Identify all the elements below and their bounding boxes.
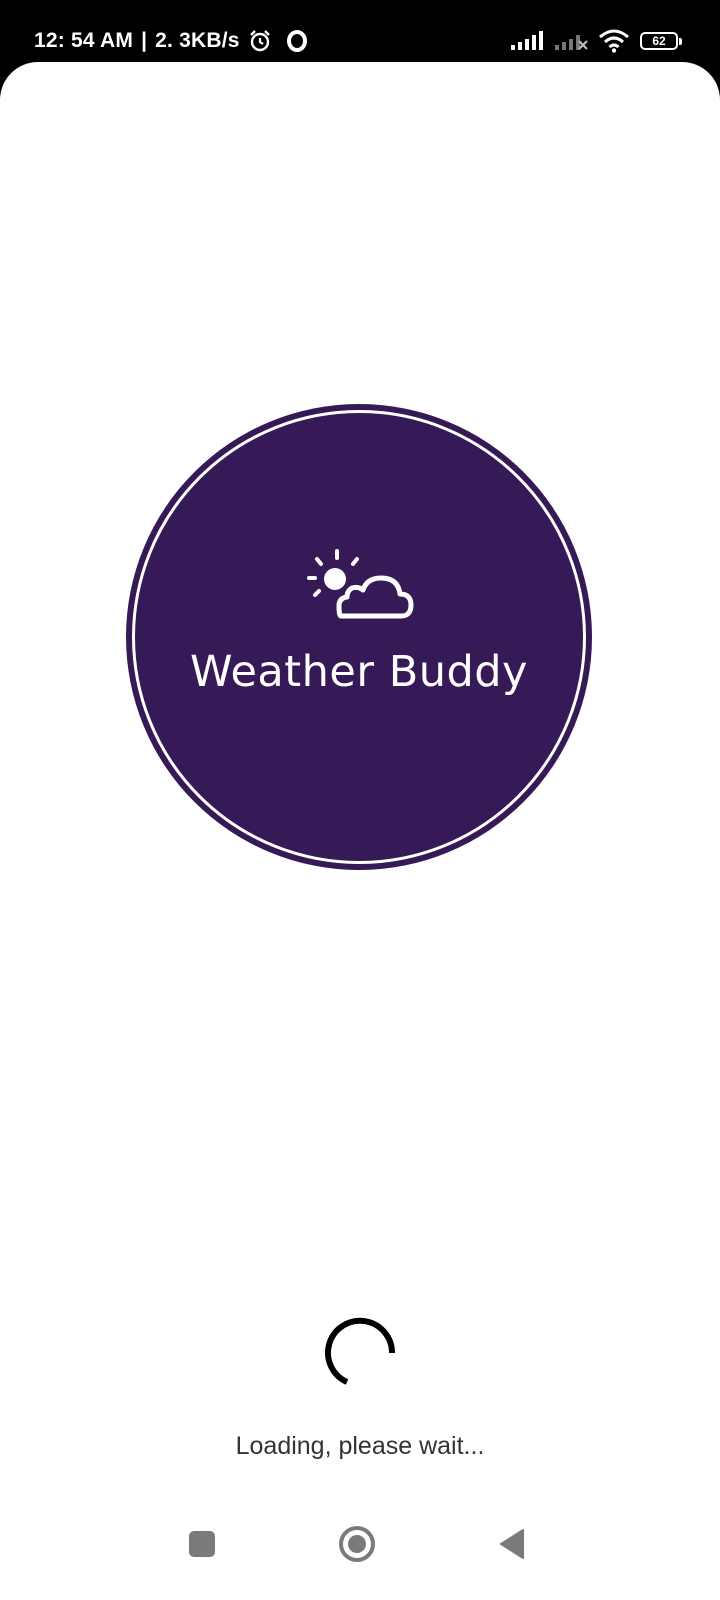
battery-icon: 62 bbox=[640, 32, 682, 50]
battery-level: 62 bbox=[652, 34, 666, 48]
app-title: Weather Buddy bbox=[189, 647, 528, 697]
screen: 12: 54 AM | 2. 3KB/s 62 Weather Buddy Lo… bbox=[0, 0, 720, 1600]
home-button[interactable] bbox=[327, 1514, 387, 1574]
status-separator: | bbox=[141, 29, 148, 52]
status-time: 12: 54 AM bbox=[34, 29, 134, 52]
signal-no-service-icon bbox=[554, 30, 588, 52]
navigation-bar bbox=[0, 1514, 720, 1600]
wifi-icon bbox=[598, 29, 630, 53]
loading-message: Loading, please wait... bbox=[235, 1432, 485, 1460]
signal-icon bbox=[510, 30, 544, 52]
app-logo: Weather Buddy bbox=[126, 404, 592, 870]
back-triangle-icon bbox=[500, 1529, 524, 1559]
back-button[interactable] bbox=[482, 1514, 542, 1574]
recents-button[interactable] bbox=[172, 1514, 232, 1574]
status-left: 12: 54 AM | 2. 3KB/s bbox=[34, 26, 308, 56]
splash-screen: Weather Buddy Loading, please wait... bbox=[0, 62, 720, 1600]
recents-square-icon bbox=[189, 1531, 215, 1557]
status-right: 62 bbox=[510, 26, 682, 56]
network-speed: 2. 3KB/s bbox=[155, 29, 240, 52]
partly-cloudy-icon bbox=[307, 549, 414, 619]
home-circle-icon bbox=[339, 1526, 375, 1562]
loading-spinner bbox=[325, 1317, 396, 1385]
logo-ring bbox=[132, 410, 586, 864]
opera-icon bbox=[286, 30, 308, 52]
alarm-icon bbox=[248, 29, 272, 53]
